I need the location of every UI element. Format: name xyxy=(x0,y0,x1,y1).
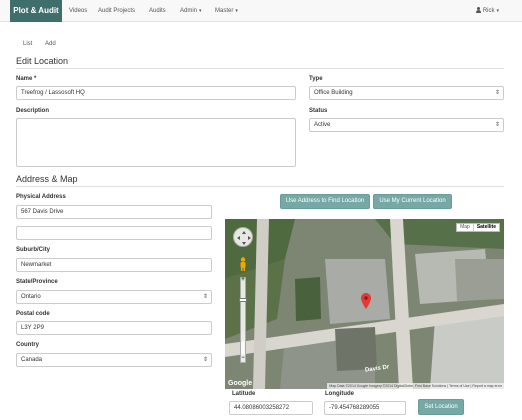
suburb-input[interactable]: Newmarket xyxy=(16,258,212,272)
pegman-icon[interactable] xyxy=(239,257,247,271)
type-select-value: Office Building xyxy=(314,90,353,96)
use-current-location-button[interactable]: Use My Current Location xyxy=(373,194,452,209)
user-menu[interactable]: Rick ▾ xyxy=(475,0,499,22)
nav-videos[interactable]: Videos xyxy=(69,0,87,22)
zoom-handle[interactable] xyxy=(239,298,247,302)
map-view[interactable]: Map Satellite + − Davis Dr Google Map Da… xyxy=(225,219,504,389)
set-location-button[interactable]: Set Location xyxy=(418,399,464,415)
nav-audit-projects[interactable]: Audit Projects xyxy=(98,0,135,22)
country-select-value: Canada xyxy=(21,357,43,363)
zoom-slider[interactable]: + − xyxy=(239,277,247,363)
status-select[interactable]: Active ⇕ xyxy=(309,118,504,132)
status-label: Status xyxy=(309,108,328,114)
location-marker-icon[interactable] xyxy=(361,293,371,309)
postal-label: Postal code xyxy=(16,311,50,317)
select-arrows-icon: ⇕ xyxy=(202,294,208,300)
zoom-out-icon[interactable]: − xyxy=(240,355,246,362)
brand-logo[interactable]: Plot & Audit xyxy=(10,0,62,22)
map-attribution: Map Data ©2014 Google Imagery ©2014 Digi… xyxy=(327,383,504,389)
zoom-in-icon[interactable]: + xyxy=(240,277,246,284)
user-icon xyxy=(475,7,481,13)
suburb-label: Suburb/City xyxy=(16,247,50,253)
chevron-down-icon: ▾ xyxy=(496,8,499,14)
chevron-down-icon: ▾ xyxy=(235,8,238,14)
map-type-map[interactable]: Map xyxy=(457,224,473,231)
tab-list[interactable]: List xyxy=(23,41,32,47)
map-type-satellite[interactable]: Satellite xyxy=(472,224,499,231)
physical-address-label: Physical Address xyxy=(16,194,66,200)
edit-location-title: Edit Location xyxy=(16,56,69,66)
pan-control[interactable] xyxy=(233,227,253,247)
name-input[interactable]: Treefrog / Lassosoft HQ xyxy=(16,86,296,100)
name-label: Name * xyxy=(16,76,37,82)
top-navbar: Plot & Audit Videos Audit Projects Audit… xyxy=(0,0,522,22)
state-select[interactable]: Ontario ⇕ xyxy=(16,290,212,304)
state-select-value: Ontario xyxy=(21,294,41,300)
latitude-label: Latitude xyxy=(232,391,256,397)
address-line1-input[interactable]: 567 Davis Drive xyxy=(16,205,212,219)
country-select[interactable]: Canada ⇕ xyxy=(16,353,212,367)
longitude-label: Longitude xyxy=(325,391,354,397)
latitude-input[interactable]: 44.0808600325827​2 xyxy=(229,401,313,415)
google-logo: Google xyxy=(228,380,253,387)
type-select[interactable]: Office Building ⇕ xyxy=(309,86,504,100)
map-type-toggle: Map Satellite xyxy=(456,223,500,232)
status-select-value: Active xyxy=(314,122,331,128)
nav-admin[interactable]: Admin ▾ xyxy=(180,0,202,22)
select-arrows-icon: ⇕ xyxy=(494,122,500,128)
description-textarea[interactable] xyxy=(16,118,296,167)
select-arrows-icon: ⇕ xyxy=(494,90,500,96)
state-label: State/Province xyxy=(16,279,58,285)
longitude-input[interactable]: -79.4547682890​55 xyxy=(324,401,406,415)
nav-master[interactable]: Master ▾ xyxy=(215,0,238,22)
address-map-title: Address & Map xyxy=(16,174,78,184)
nav-master-label: Master xyxy=(215,8,234,14)
chevron-down-icon: ▾ xyxy=(199,8,202,14)
nav-audits[interactable]: Audits xyxy=(149,0,166,22)
divider xyxy=(16,68,504,69)
type-label: Type xyxy=(309,76,323,82)
description-label: Description xyxy=(16,108,50,114)
select-arrows-icon: ⇕ xyxy=(202,357,208,363)
postal-input[interactable]: L3Y 2P9 xyxy=(16,321,212,335)
pan-arrows-icon xyxy=(237,231,251,245)
user-name: Rick xyxy=(482,8,495,14)
country-label: Country xyxy=(16,342,39,348)
divider xyxy=(16,186,504,187)
nav-admin-label: Admin xyxy=(180,8,198,14)
use-address-button[interactable]: Use Address to Find Location xyxy=(280,194,370,209)
address-line2-input[interactable] xyxy=(16,226,212,240)
tab-add[interactable]: Add xyxy=(45,41,56,47)
